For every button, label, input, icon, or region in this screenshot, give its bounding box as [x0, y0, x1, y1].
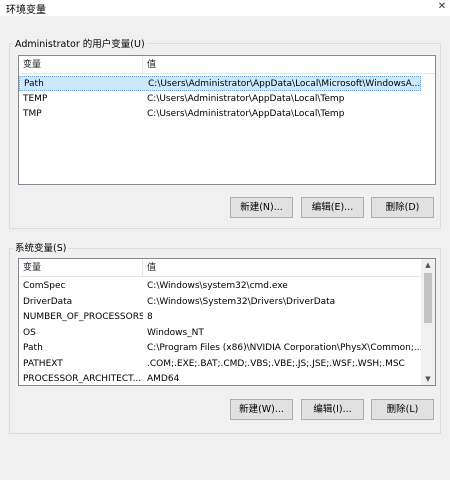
variable-value: C:\Users\Administrator\AppData\Local\Tem… [147, 93, 345, 104]
list-item[interactable]: OS Windows_NT [19, 326, 421, 341]
user-variables-list[interactable]: 变量 值 Path C:\Users\Administrator\AppData\… [18, 55, 436, 185]
list-item[interactable]: TMP C:\Users\Administrator\AppData\Local\… [19, 107, 421, 122]
system-delete-button[interactable]: 删除(L) [371, 399, 434, 420]
user-new-button[interactable]: 新建(N)... [230, 197, 293, 218]
scrollbar-thumb[interactable] [424, 273, 432, 323]
column-header-variable[interactable]: 变量 [19, 56, 143, 74]
variable-value: C:\Users\Administrator\AppData\Local\Mic… [148, 79, 421, 89]
user-delete-button[interactable]: 删除(D) [371, 197, 434, 218]
variable-value: Windows_NT [147, 327, 204, 338]
list-item[interactable]: PATHEXT .COM;.EXE;.BAT;.CMD;.VBS;.VBE;.JS… [19, 357, 421, 372]
system-new-button[interactable]: 新建(W)... [230, 399, 293, 420]
scroll-up-icon[interactable]: ▲ [421, 259, 435, 271]
list-item[interactable]: Path C:\Users\Administrator\AppData\Local… [19, 76, 421, 91]
user-edit-button[interactable]: 编辑(E)... [301, 197, 364, 218]
variable-name: TEMP [23, 93, 48, 104]
system-edit-button[interactable]: 编辑(I)... [301, 399, 364, 420]
column-header-value[interactable]: 值 [143, 56, 435, 74]
list-item[interactable]: ComSpec C:\Windows\system32\cmd.exe [19, 279, 421, 294]
variable-name: DriverData [23, 296, 73, 307]
system-variables-label: 系统变量(S) [13, 240, 69, 254]
list-item[interactable]: Path C:\Program Files (x86)\NVIDIA Corpor… [19, 341, 421, 356]
variable-name: TMP [23, 109, 42, 119]
column-header-variable[interactable]: 变量 [19, 259, 143, 277]
user-variables-label: Administrator 的用户变量(U) [13, 36, 147, 50]
variable-name: PATHEXT [23, 358, 63, 369]
list-header: 变量 值 [19, 259, 435, 277]
variable-value: C:\Users\Administrator\AppData\Local\Tem… [147, 109, 345, 119]
variable-name: OS [23, 327, 36, 338]
variable-value: AMD64 [147, 374, 180, 384]
variable-name: PROCESSOR_ARCHITECT... [23, 374, 142, 384]
variable-value: C:\Windows\System32\Drivers\DriverData [147, 296, 336, 307]
list-item[interactable]: TEMP C:\Users\Administrator\AppData\Local… [19, 92, 421, 107]
variable-value: 8 [147, 312, 153, 322]
system-variables-list[interactable]: 变量 值 ComSpec C:\Windows\system32\cmd.exe D… [18, 258, 436, 386]
column-header-value[interactable]: 值 [143, 259, 423, 277]
variable-value: C:\Program Files (x86)\NVIDIA Corporatio… [147, 343, 421, 353]
variable-value: C:\Windows\system32\cmd.exe [147, 281, 288, 291]
scroll-down-icon[interactable]: ▼ [421, 373, 435, 385]
system-list-scrollbar[interactable]: ▲ ▼ [421, 259, 435, 385]
title-bar: 环境变量 ✕ [0, 0, 450, 16]
list-item[interactable]: PROCESSOR_ARCHITECT... AMD64 [19, 372, 421, 385]
list-item[interactable]: NUMBER_OF_PROCESSORS 8 [19, 310, 421, 325]
variable-name: Path [23, 343, 43, 353]
close-icon[interactable]: ✕ [434, 0, 450, 14]
variable-value: .COM;.EXE;.BAT;.CMD;.VBS;.VBE;.JS;.JSE;.… [147, 358, 405, 369]
list-item[interactable]: DriverData C:\Windows\System32\Drivers\Dr… [19, 295, 421, 310]
variable-name: ComSpec [23, 281, 66, 291]
window-title: 环境变量 [6, 5, 46, 16]
variable-name: Path [24, 79, 44, 89]
variable-name: NUMBER_OF_PROCESSORS [23, 312, 143, 322]
list-header: 变量 值 [19, 56, 435, 74]
